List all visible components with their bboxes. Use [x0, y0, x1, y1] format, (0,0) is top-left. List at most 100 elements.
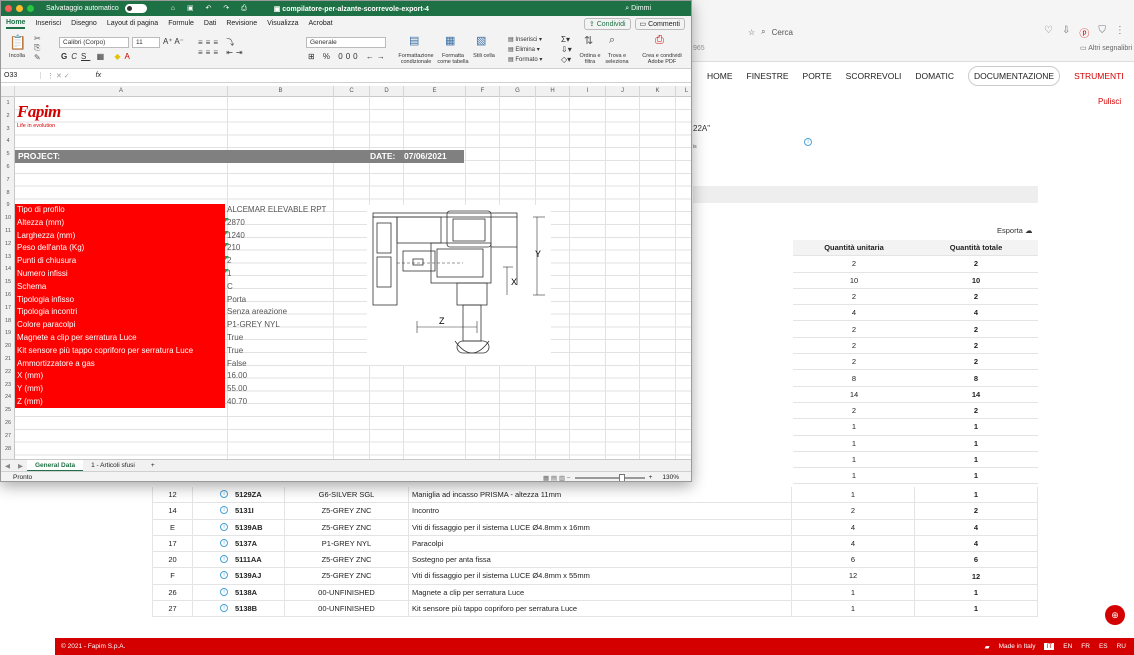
tab-home[interactable]: Home — [6, 19, 26, 29]
param-value[interactable]: 55.00 — [227, 383, 247, 396]
other-bookmarks[interactable]: ▭ Altri segnalibri — [1080, 44, 1132, 52]
font-size-select[interactable]: 11 — [132, 37, 160, 48]
row-header[interactable]: 27 — [1, 430, 15, 443]
prev-sheet-icon[interactable]: ◀ — [5, 462, 10, 470]
row-header[interactable]: 28 — [1, 443, 15, 456]
tab-visualizza[interactable]: Visualizza — [267, 20, 298, 27]
row-header[interactable]: 10 — [1, 212, 15, 225]
download-icon[interactable]: ⇩ — [1062, 25, 1070, 40]
tab-revisione[interactable]: Revisione — [226, 20, 257, 27]
editing-icons[interactable]: Σ▾ ⇩▾ ◇▾ — [561, 35, 572, 65]
row-header[interactable]: 25 — [1, 404, 15, 417]
nav-scorrevoli[interactable]: SCORREVOLI — [846, 71, 902, 81]
sheet-tab-articoli-sfusi[interactable]: 1 - Articoli sfusi — [83, 460, 143, 472]
row-header[interactable]: 3 — [1, 123, 15, 136]
info-icon[interactable]: i — [220, 538, 228, 547]
row-header[interactable]: 6 — [1, 161, 15, 174]
row-header[interactable]: 21 — [1, 353, 15, 366]
nav-documentazione[interactable]: DOCUMENTAZIONE — [967, 66, 1061, 86]
info-icon[interactable]: i — [220, 571, 228, 580]
sheet-tab-general-data[interactable]: General Data — [27, 459, 84, 472]
menu-icon[interactable]: ⋮ — [1115, 25, 1125, 40]
column-header[interactable]: B — [228, 86, 334, 97]
format-table-icon[interactable]: ▦ — [445, 34, 455, 47]
info-icon[interactable]: i — [804, 138, 812, 146]
column-header[interactable]: L — [676, 86, 691, 97]
comments-button[interactable]: ▭ Commenti — [634, 17, 685, 30]
lang-it[interactable]: IT — [1044, 643, 1055, 650]
column-header[interactable]: A — [15, 86, 228, 97]
row-header[interactable]: 12 — [1, 238, 15, 251]
nav-domatic[interactable]: DOMATIC — [915, 71, 954, 81]
nav-porte[interactable]: PORTE — [803, 71, 832, 81]
row-header[interactable]: 9 — [1, 199, 15, 212]
pocket-icon[interactable]: ♡ — [1044, 25, 1053, 40]
column-header[interactable]: D — [370, 86, 404, 97]
tab-disegno[interactable]: Disegno — [71, 20, 97, 27]
row-header[interactable]: 22 — [1, 366, 15, 379]
esporta-button[interactable]: Esporta ☁ — [997, 226, 1032, 235]
cut-copy-icons[interactable]: ✂ ⎘ ✎ — [34, 34, 41, 62]
info-icon[interactable]: i — [220, 555, 228, 564]
format-icons[interactable]: GCS ▦ ◆A — [61, 52, 134, 61]
param-value[interactable]: 2 — [224, 255, 231, 268]
formula-cancel-accept-icons[interactable]: ⋮ ✕ ✓ — [47, 72, 70, 80]
zoom-in-icon[interactable]: + — [649, 474, 653, 481]
column-header[interactable]: E — [404, 86, 466, 97]
lang-ru[interactable]: RU — [1117, 643, 1126, 650]
row-header[interactable]: 18 — [1, 315, 15, 328]
row-header[interactable]: 1 — [1, 97, 15, 110]
param-value[interactable]: Senza areazione — [227, 306, 287, 319]
column-header[interactable]: I — [570, 86, 606, 97]
row-header[interactable]: 17 — [1, 302, 15, 315]
next-sheet-icon[interactable]: ▶ — [18, 462, 23, 470]
info-icon[interactable]: i — [220, 490, 228, 498]
pinterest-icon[interactable]: ⓟ — [1079, 25, 1089, 40]
param-value[interactable]: 210 — [224, 242, 240, 255]
tell-me-search[interactable]: ⌕ Dimmi — [625, 5, 651, 13]
column-header[interactable]: F — [466, 86, 500, 97]
column-header[interactable]: J — [606, 86, 640, 97]
param-value[interactable]: True — [227, 345, 243, 358]
param-value[interactable]: C — [227, 281, 233, 294]
row-header[interactable]: 24 — [1, 391, 15, 404]
tab-formule[interactable]: Formule — [168, 20, 194, 27]
align-icons[interactable]: ≡≡≡ ⤵ ≡≡≡ ⇤⇥ — [198, 37, 246, 57]
sort-filter-icon[interactable]: ⇅ — [584, 34, 593, 47]
quick-access-icons[interactable]: ⌂ ▣ ↶ ↷ ⎙ — [171, 4, 252, 13]
param-value[interactable]: 16.00 — [227, 370, 247, 383]
param-value[interactable]: 2870 — [225, 217, 245, 230]
font-grow-shrink-icons[interactable]: A⁺ A⁻ — [163, 37, 184, 46]
close-window-button[interactable] — [5, 5, 12, 12]
param-value[interactable]: False — [227, 358, 247, 371]
column-header[interactable]: G — [500, 86, 536, 97]
column-header[interactable]: H — [536, 86, 570, 97]
fx-icon[interactable]: fx — [96, 72, 101, 79]
paste-icon[interactable]: 📋 — [9, 34, 26, 51]
param-value[interactable]: 1 — [224, 268, 231, 281]
zoom-slider[interactable] — [574, 473, 645, 481]
row-header[interactable]: 8 — [1, 187, 15, 200]
name-box[interactable]: O33 — [1, 72, 41, 79]
floating-action-button[interactable]: ⊕ — [1105, 605, 1125, 625]
font-family-select[interactable]: Calibri (Corpo) — [59, 37, 129, 48]
param-value[interactable]: ALCEMAR ELEVABLE RPT — [227, 204, 326, 217]
row-header[interactable]: 5 — [1, 148, 15, 161]
conditional-format-icon[interactable]: ▤ — [409, 34, 419, 47]
column-header[interactable]: K — [640, 86, 676, 97]
row-header[interactable]: 14 — [1, 263, 15, 276]
autosave-toggle[interactable] — [124, 4, 147, 13]
shield-icon[interactable]: ⛉ — [1098, 25, 1106, 40]
row-header[interactable]: 26 — [1, 417, 15, 430]
share-button[interactable]: ⇪ Condividi — [583, 17, 631, 30]
info-icon[interactable]: i — [220, 604, 228, 613]
tab-dati[interactable]: Dati — [204, 20, 216, 27]
view-mode-icons[interactable]: ▦ ▤ ▥ − — [543, 474, 571, 482]
info-icon[interactable]: i — [220, 587, 228, 596]
row-header[interactable]: 11 — [1, 225, 15, 238]
nav-strumenti[interactable]: STRUMENTI — [1074, 71, 1124, 81]
adobe-pdf-icon[interactable]: ⎙ — [655, 34, 664, 47]
row-header[interactable]: 19 — [1, 327, 15, 340]
param-value[interactable]: P1-GREY NYL — [227, 319, 280, 332]
row-header[interactable]: 15 — [1, 276, 15, 289]
